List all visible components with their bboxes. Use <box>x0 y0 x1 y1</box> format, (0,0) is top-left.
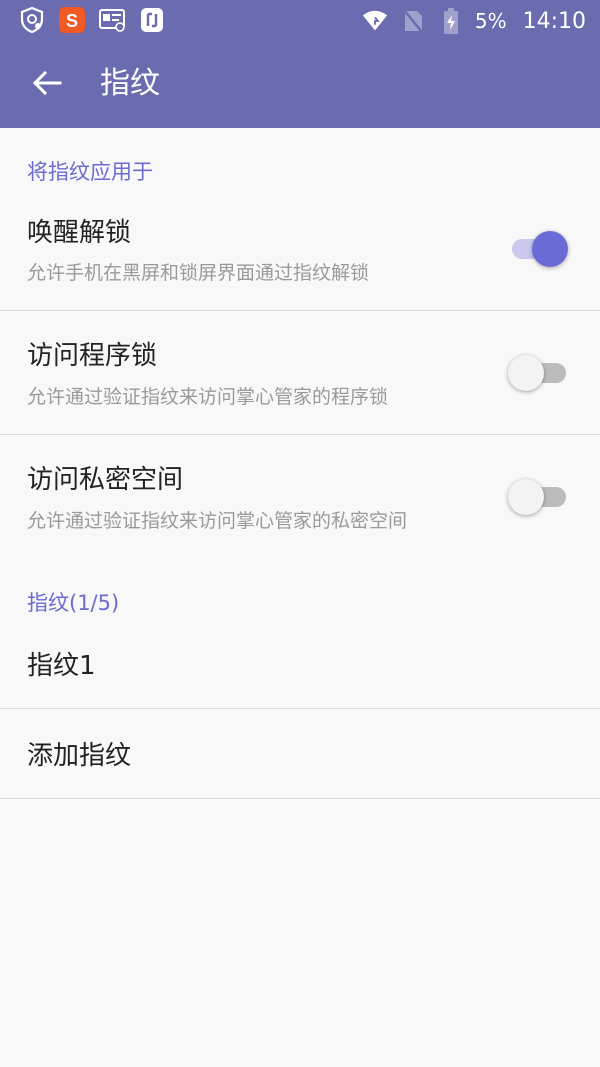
battery-charging-icon <box>437 7 465 35</box>
shield-icon <box>18 6 46 34</box>
setting-title: 访问程序锁 <box>27 341 158 371</box>
setting-subtitle: 允许通过验证指纹来访问掌心管家的私密空间 <box>27 510 408 532</box>
setting-subtitle: 允许手机在黑屏和锁屏界面通过指纹解锁 <box>27 262 370 284</box>
svg-text:S: S <box>66 11 78 31</box>
app-icon <box>138 6 166 34</box>
setting-subtitle: 允许通过验证指纹来访问掌心管家的程序锁 <box>27 386 389 408</box>
app-lock-switch[interactable] <box>508 353 568 393</box>
setting-app-lock[interactable]: 访问程序锁 允许通过验证指纹来访问掌心管家的程序锁 <box>0 311 600 435</box>
setting-private-space[interactable]: 访问私密空间 允许通过验证指纹来访问掌心管家的私密空间 <box>0 435 600 559</box>
page-title: 指纹 <box>100 66 160 101</box>
settings-list: 将指纹应用于 唤醒解锁 允许手机在黑屏和锁屏界面通过指纹解锁 访问程序锁 允许通… <box>0 128 600 799</box>
status-bar: S 5% 14:10 <box>0 0 600 42</box>
section-header-fingerprints: 指纹(1/5) <box>27 591 120 615</box>
switch-thumb <box>508 355 544 391</box>
switch-thumb <box>532 231 568 267</box>
id-card-icon <box>98 6 126 34</box>
clock: 14:10 <box>522 8 586 34</box>
add-fingerprint-button[interactable]: 添加指纹 <box>0 709 600 799</box>
battery-percent: 5% <box>474 9 507 33</box>
switch-thumb <box>508 479 544 515</box>
no-sim-icon <box>399 7 427 35</box>
sogou-icon: S <box>58 6 86 34</box>
back-button[interactable] <box>22 64 72 106</box>
wifi-icon <box>361 7 389 35</box>
setting-title: 访问私密空间 <box>27 465 184 495</box>
arrow-back-icon <box>32 70 62 100</box>
wake-unlock-switch[interactable] <box>510 229 568 269</box>
fingerprint-item[interactable]: 指纹1 <box>0 619 600 709</box>
section-header-apply: 将指纹应用于 <box>27 160 153 184</box>
setting-title: 唤醒解锁 <box>27 218 132 248</box>
setting-wake-unlock[interactable]: 唤醒解锁 允许手机在黑屏和锁屏界面通过指纹解锁 <box>0 188 600 311</box>
private-space-switch[interactable] <box>508 477 568 517</box>
toolbar: 指纹 <box>0 42 600 128</box>
app-bar: S 5% 14:10 指纹 <box>0 0 600 128</box>
